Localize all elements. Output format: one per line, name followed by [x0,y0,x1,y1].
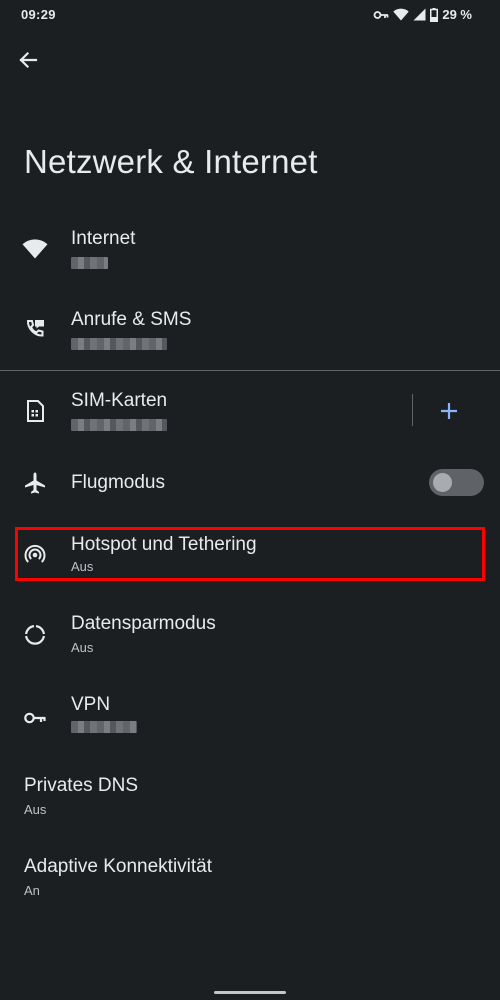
phone-sms-icon [22,316,48,342]
status-icons: 29 % [373,7,472,22]
airplane-icon [22,470,48,496]
gesture-navigation-bar[interactable] [214,991,286,994]
list-item-data-saver[interactable]: Datensparmodus Aus [0,606,500,672]
redacted-subtitle [71,721,137,733]
battery-percent: 29 % [442,7,472,22]
item-title: Adaptive Konnektivität [24,856,213,877]
data-saver-icon [22,622,48,648]
list-item-adaptive-connectivity[interactable]: Adaptive Konnektivität An [0,849,500,915]
wifi-icon [393,8,410,21]
item-title: Datensparmodus [71,613,216,634]
item-subtitle: An [24,883,40,898]
page-title: Netzwerk & Internet [24,143,318,180]
vpn-key-icon [373,9,389,21]
list-item-internet[interactable]: Internet [0,215,500,281]
airplane-mode-toggle[interactable] [429,469,484,496]
action-separator [412,394,413,426]
item-title: Internet [71,228,136,249]
toggle-knob [433,473,452,492]
list-item-sim-cards[interactable]: SIM-Karten [0,377,400,443]
item-title: Hotspot und Tethering [71,534,257,555]
add-sim-button[interactable] [434,396,464,426]
status-time: 09:29 [21,7,56,22]
list-item-private-dns[interactable]: Privates DNS Aus [0,768,500,834]
add-icon [441,403,457,419]
list-item-calls-sms[interactable]: Anrufe & SMS [0,296,500,362]
section-divider [0,370,500,371]
signal-icon [413,8,426,21]
redacted-subtitle [71,338,167,350]
status-bar: 09:29 29 % [0,0,500,30]
settings-screen: 09:29 29 % Netzwerk & Internet Internet [0,0,500,1000]
sim-card-icon [22,398,48,424]
item-title: VPN [71,694,111,715]
vpn-key-icon [22,705,48,731]
item-title: Flugmodus [71,472,165,493]
item-title: Privates DNS [24,775,139,796]
list-item-hotspot[interactable]: Hotspot und Tethering Aus [0,526,500,592]
item-subtitle: Aus [71,640,94,655]
item-title: SIM-Karten [71,390,168,411]
redacted-subtitle [71,257,108,269]
battery-icon [430,7,439,22]
hotspot-icon [22,541,48,567]
list-item-vpn[interactable]: VPN [0,688,500,754]
back-button[interactable] [12,44,44,76]
list-item-airplane-mode[interactable]: Flugmodus [0,458,420,524]
wifi-icon [22,236,48,262]
redacted-subtitle [71,419,167,431]
item-subtitle: Aus [71,559,94,574]
item-title: Anrufe & SMS [71,309,192,330]
arrow-back-icon [19,51,38,69]
item-subtitle: Aus [24,802,47,817]
